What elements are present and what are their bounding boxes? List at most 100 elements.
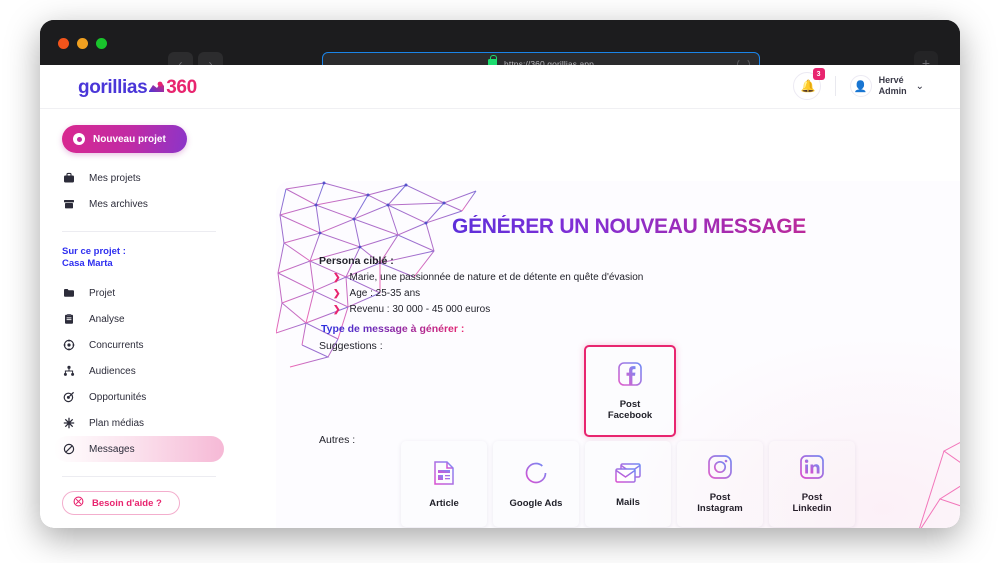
sidebar-item-plan-medias[interactable]: Plan médias	[54, 410, 224, 436]
message-type-card-mails[interactable]: Mails	[585, 441, 671, 527]
sidebar-item-audiences[interactable]: Audiences	[54, 358, 224, 384]
chevron-down-icon[interactable]: ⌄	[916, 81, 924, 92]
minimize-button[interactable]	[77, 38, 88, 49]
sidebar-divider	[62, 231, 216, 232]
card-caption-line1: Post	[801, 492, 823, 503]
message-type-label: Type de message à générer :	[321, 323, 465, 335]
chevron-right-icon: ❯	[333, 272, 341, 282]
card-caption: Post Facebook	[608, 399, 652, 421]
sidebar-item-concurrents[interactable]: Concurrents	[54, 332, 224, 358]
sidebar-item-projet[interactable]: Projet	[54, 280, 224, 306]
persona-heading: Persona ciblé :	[319, 255, 394, 267]
app-header: gorillias 360 🔔 3 👤 Hervé Admin ⌄	[40, 65, 960, 109]
card-caption-line1: Post	[619, 399, 641, 410]
browser-window: ‹ › https://360.gorillias.app + gorillia…	[40, 20, 960, 528]
card-caption-line1: Google Ads	[509, 497, 563, 509]
suggestions-label: Suggestions :	[319, 340, 383, 352]
card-caption-line2: Facebook	[607, 410, 653, 421]
project-context-line2: Casa Marta	[62, 258, 113, 269]
project-context-line1: Sur ce projet :	[62, 246, 126, 257]
sidebar-item-messages[interactable]: Messages	[54, 436, 224, 462]
sidebar-item-label: Messages	[89, 443, 135, 455]
message-type-card-linkedin[interactable]: Post Linkedin	[769, 441, 855, 527]
gorilla-icon	[148, 80, 165, 93]
linkedin-icon	[799, 454, 825, 485]
page-title: GÉNÉRER UN NOUVEAU MESSAGE	[276, 215, 960, 239]
user-name-line2: Admin	[878, 86, 907, 96]
message-slash-icon	[62, 443, 76, 455]
chevron-right-icon: ❯	[333, 304, 341, 314]
maximize-button[interactable]	[96, 38, 107, 49]
asterisk-icon	[62, 417, 76, 429]
notifications-button[interactable]: 🔔 3	[792, 68, 825, 100]
help-icon	[73, 496, 84, 510]
logo-text-primary: gorillias	[78, 77, 148, 98]
briefcase-icon	[62, 172, 76, 184]
sidebar-item-label: Audiences	[89, 365, 136, 377]
window-controls[interactable]	[58, 38, 107, 49]
persona-item-text: Marie, une passionnée de nature et de dé…	[349, 272, 644, 283]
sidebar-item-label: Plan médias	[89, 417, 145, 429]
screenshot-root: ‹ › https://360.gorillias.app + gorillia…	[0, 0, 1000, 563]
sidebar-item-mes-projets[interactable]: Mes projets	[54, 165, 224, 191]
message-type-card-google-ads[interactable]: Google Ads	[493, 441, 579, 527]
user-menu[interactable]: 👤 Hervé Admin ⌄	[849, 75, 924, 97]
sidebar-item-label: Concurrents	[89, 339, 144, 351]
sidebar-item-label: Opportunités	[89, 391, 147, 403]
help-button[interactable]: Besoin d'aide ?	[62, 491, 180, 515]
sidebar: Nouveau projet Mes projets Mes archives …	[40, 109, 238, 528]
google-icon	[523, 460, 549, 491]
org-chart-icon	[62, 365, 76, 377]
message-type-card-instagram[interactable]: Post Instagram	[677, 441, 763, 527]
sidebar-item-opportunites[interactable]: Opportunités	[54, 384, 224, 410]
generate-message-card: GÉNÉRER UN NOUVEAU MESSAGE Persona ciblé…	[276, 181, 960, 528]
app-logo[interactable]: gorillias 360	[78, 77, 197, 99]
others-label: Autres :	[319, 434, 356, 446]
project-context: Sur ce projet : Casa Marta	[62, 246, 238, 270]
bell-icon: 🔔	[800, 79, 816, 93]
logo-text-secondary: 360	[166, 77, 197, 98]
persona-section: Persona ciblé : ❯ Marie, une passionnée d…	[319, 255, 643, 320]
card-caption-line2: Instagram	[697, 503, 743, 514]
new-project-label: Nouveau projet	[93, 133, 166, 145]
main-content: GÉNÉRER UN NOUVEAU MESSAGE Persona ciblé…	[238, 109, 960, 528]
clipboard-icon	[62, 313, 76, 325]
persona-item: ❯ Age : 25-35 ans	[333, 288, 643, 299]
page-viewport: gorillias 360 🔔 3 👤 Hervé Admin ⌄ Nouvea…	[40, 65, 960, 528]
sidebar-item-mes-archives[interactable]: Mes archives	[54, 191, 224, 217]
notification-badge: 3	[812, 68, 825, 80]
article-icon	[432, 460, 456, 491]
facebook-icon	[617, 361, 643, 392]
card-caption-line1: Mails	[616, 496, 640, 508]
header-actions: 🔔 3 👤 Hervé Admin ⌄	[792, 68, 924, 100]
sidebar-item-label: Analyse	[89, 313, 125, 325]
user-name-line1: Hervé	[878, 75, 904, 85]
card-caption: Google Ads	[510, 498, 563, 509]
card-caption: Article	[429, 498, 459, 509]
sidebar-item-label: Projet	[89, 287, 116, 299]
persona-item-text: Revenu : 30 000 - 45 000 euros	[349, 304, 491, 315]
persona-list: ❯ Marie, une passionnée de nature et de d…	[319, 272, 643, 315]
close-button[interactable]	[58, 38, 69, 49]
sidebar-item-label: Mes archives	[89, 198, 148, 210]
persona-item: ❯ Marie, une passionnée de nature et de d…	[333, 272, 643, 283]
instagram-icon	[707, 454, 733, 485]
avatar: 👤	[849, 75, 872, 97]
persona-item: ❯ Revenu : 30 000 - 45 000 euros	[333, 304, 643, 315]
card-caption-line1: Article	[429, 497, 459, 509]
bullseye-icon	[62, 391, 76, 403]
message-type-card-facebook[interactable]: Post Facebook	[584, 345, 676, 437]
plus-circle-icon	[73, 133, 85, 145]
message-type-card-article[interactable]: Article	[401, 441, 487, 527]
sidebar-item-label: Mes projets	[89, 172, 141, 184]
help-label: Besoin d'aide ?	[92, 497, 162, 509]
card-caption-line1: Post	[709, 492, 731, 503]
sidebar-divider-bottom	[62, 476, 216, 477]
card-caption: Post Linkedin	[792, 492, 831, 514]
sidebar-item-analyse[interactable]: Analyse	[54, 306, 224, 332]
browser-chrome: ‹ › https://360.gorillias.app +	[40, 20, 960, 76]
folder-icon	[62, 287, 76, 299]
card-caption-line2: Linkedin	[792, 503, 832, 514]
new-project-button[interactable]: Nouveau projet	[62, 125, 187, 153]
archive-icon	[62, 198, 76, 210]
